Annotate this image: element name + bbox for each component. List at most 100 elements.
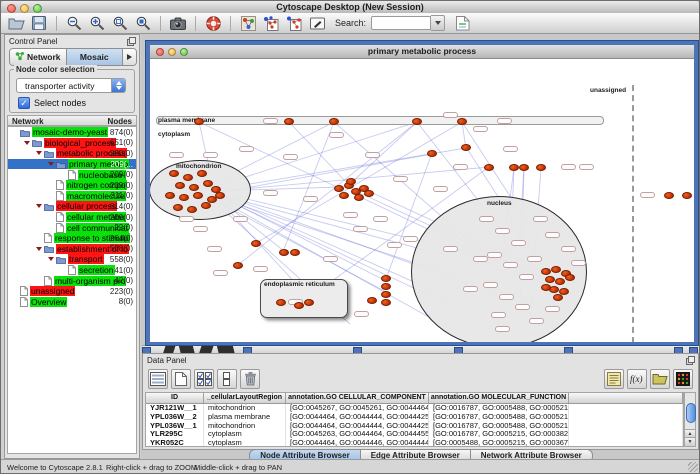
attr-single-icon[interactable] (217, 369, 237, 389)
attr-multi-icon[interactable] (194, 369, 214, 389)
scroll-down-icon[interactable]: ▼ (685, 437, 695, 446)
network-frame-titlebar[interactable]: primary metabolic process (150, 45, 694, 59)
help-icon[interactable] (204, 15, 222, 32)
network-node[interactable] (536, 164, 546, 171)
network-node[interactable] (304, 299, 314, 306)
table-cell[interactable]: [GO:0044464, GO:0044446, GO:0044444, G..… (286, 439, 429, 447)
network-node[interactable] (346, 178, 356, 185)
tree-row[interactable]: primary metabo209(... (8, 159, 136, 170)
network-node[interactable] (290, 249, 300, 256)
table-cell[interactable]: mitochondrion (204, 404, 286, 413)
network-node[interactable] (284, 118, 294, 125)
table-cell[interactable]: YPL036W__2 (146, 413, 204, 422)
pad-icon[interactable] (604, 369, 624, 389)
network-node[interactable] (183, 174, 193, 181)
network-node[interactable] (381, 299, 391, 306)
tree-row[interactable]: macromolecule311(0) (8, 191, 136, 202)
open-icon[interactable] (7, 15, 25, 32)
expand-arrow-icon[interactable] (36, 151, 42, 155)
heatmap-icon[interactable] (673, 369, 693, 389)
table-cell[interactable]: YJR121W__1 (146, 404, 204, 413)
network-node[interactable] (194, 118, 204, 125)
table-cell[interactable]: [GO:0044464, GO:0044444, GO:0044425, G..… (286, 422, 429, 431)
table-cell[interactable]: plasma membrane (204, 413, 286, 422)
attr-delete-icon[interactable] (240, 369, 260, 389)
expand-arrow-icon[interactable] (36, 247, 42, 251)
search-input[interactable] (371, 16, 431, 30)
network-canvas[interactable]: plasma membrane cytoplasm mitochondrion … (150, 59, 694, 342)
table-cell[interactable]: [GO:0016787, GO:0005488, GO:0005215, G..… (429, 422, 569, 431)
network-node[interactable] (682, 192, 692, 199)
table-cell[interactable]: [GO:0016787, GO:0005488, GO:0005215, G..… (429, 404, 569, 413)
table-row[interactable]: YPL036W__2plasma membrane[GO:0044464, GO… (146, 413, 683, 422)
table-cell[interactable] (569, 430, 683, 439)
column-header[interactable]: annotation.GO CELLULAR_COMPONENT (286, 393, 429, 403)
network-overlap-icon[interactable] (262, 15, 280, 32)
network-merge-icon[interactable] (285, 15, 303, 32)
table-cell[interactable]: [GO:0045263, GO:0044464, GO:0044455, G..… (286, 430, 429, 439)
network-node[interactable] (412, 118, 422, 125)
network-node[interactable] (203, 180, 213, 187)
network-node[interactable] (276, 299, 286, 306)
column-header[interactable]: annotation.GO MOLECULAR_FUNCTION (429, 393, 569, 403)
tree-row[interactable]: Overview8(0) (8, 297, 136, 308)
expand-arrow-icon[interactable] (48, 162, 54, 166)
tree-row[interactable]: metabolic process280(0) (8, 148, 136, 159)
tree-row[interactable]: mosaic-demo-yeast874(0) (8, 127, 136, 138)
network-view-frame[interactable]: primary metabolic process plasma membran… (146, 41, 698, 345)
network-node[interactable] (553, 294, 563, 301)
tree-row[interactable]: transport558(0) (8, 254, 136, 265)
table-cell[interactable] (569, 422, 683, 431)
zoom-selected-icon[interactable] (134, 15, 152, 32)
float-panel-icon[interactable] (127, 37, 136, 48)
network-node[interactable] (215, 192, 225, 199)
network-node[interactable] (187, 206, 197, 213)
network-node[interactable] (555, 278, 565, 285)
network-node[interactable] (427, 150, 437, 157)
network-node[interactable] (457, 118, 467, 125)
network-node[interactable] (193, 192, 203, 199)
tree-row[interactable]: unassigned223(0) (8, 286, 136, 297)
attr-grid-icon[interactable] (148, 369, 168, 389)
network-node[interactable] (294, 302, 304, 309)
table-row[interactable]: YLR295Ccytoplasm[GO:0045263, GO:0044464,… (146, 430, 683, 439)
network-node[interactable] (664, 192, 674, 199)
table-scrollbar[interactable]: ▲ ▼ (684, 392, 696, 447)
zoom-in-icon[interactable] (88, 15, 106, 32)
column-header[interactable]: ID (146, 393, 204, 403)
search-dropdown-icon[interactable] (431, 15, 445, 31)
search-combobox[interactable] (371, 15, 445, 31)
network-node[interactable] (329, 118, 339, 125)
tab-overflow-button[interactable] (123, 49, 136, 65)
network-node[interactable] (381, 283, 391, 290)
network-node[interactable] (251, 240, 261, 247)
select-nodes-checkbox[interactable]: ✓ (18, 97, 30, 109)
function-icon[interactable]: f(x) (627, 369, 647, 389)
scrollbar-thumb[interactable] (686, 403, 696, 423)
network-node[interactable] (197, 170, 207, 177)
network-node[interactable] (354, 194, 364, 201)
network-node[interactable] (541, 268, 551, 275)
snapshot-icon[interactable] (169, 15, 187, 32)
network-node[interactable] (484, 164, 494, 171)
plugin-icon[interactable] (454, 15, 472, 32)
tree-row[interactable]: secretion41(0) (8, 265, 136, 276)
network-node[interactable] (233, 262, 243, 269)
tree-row[interactable]: cell communicat22(0) (8, 222, 136, 233)
table-header-row[interactable]: ID_cellularLayoutRegionannotation.GO CEL… (146, 393, 683, 404)
table-row[interactable]: YJR121W__1mitochondrion[GO:0045267, GO:0… (146, 404, 683, 413)
network-node[interactable] (169, 170, 179, 177)
import-icon[interactable] (650, 369, 670, 389)
annotation-icon[interactable] (308, 15, 326, 32)
network-node[interactable] (201, 202, 211, 209)
table-cell[interactable]: [GO:0044464, GO:0044444, GO:0044425, G..… (286, 413, 429, 422)
table-cell[interactable]: [GO:0005488, GO:0005215, GO:0003674] (429, 439, 569, 447)
zoom-fit-icon[interactable] (111, 15, 129, 32)
save-icon[interactable] (30, 15, 48, 32)
network-node[interactable] (551, 266, 561, 273)
vizmapper-icon[interactable] (239, 15, 257, 32)
network-node[interactable] (173, 204, 183, 211)
table-row[interactable]: YKR052Ccytoplasm[GO:0044464, GO:0044446,… (146, 439, 683, 447)
resize-grip[interactable] (688, 462, 698, 472)
table-cell[interactable]: [GO:0016787, GO:0005215, GO:0003824, G..… (429, 430, 569, 439)
